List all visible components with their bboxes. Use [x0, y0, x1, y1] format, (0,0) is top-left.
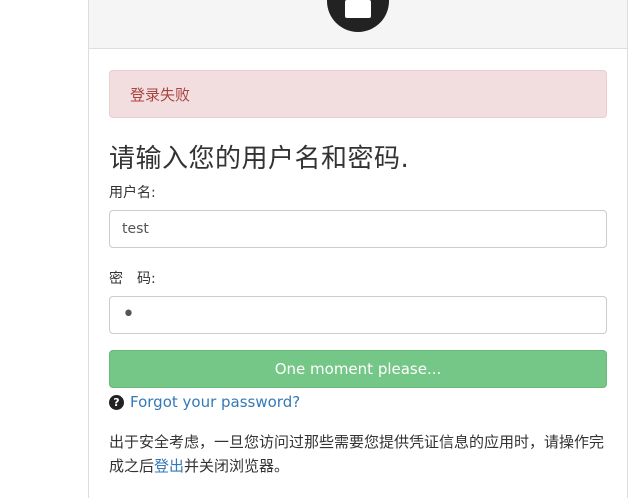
question-circle-icon: ? [109, 394, 124, 410]
password-label: 密 码: [109, 271, 156, 287]
password-input[interactable]: • [109, 296, 607, 334]
error-alert-text: 登录失败 [130, 86, 191, 104]
logout-link[interactable]: 登出 [154, 457, 184, 475]
card-header [89, 0, 627, 49]
lock-icon [327, 0, 389, 32]
username-label: 用户名: [109, 185, 156, 201]
login-button[interactable]: One moment please... [109, 350, 607, 388]
page-title: 请输入您的用户名和密码. [109, 144, 410, 174]
login-card: 登录失败 请输入您的用户名和密码. 用户名: test 密 码: • One m… [88, 0, 628, 498]
username-input[interactable]: test [109, 210, 607, 248]
forgot-password: ? Forgot your password? [109, 392, 300, 412]
error-alert: 登录失败 [109, 70, 607, 118]
security-note: 出于安全考虑，一旦您访问过那些需要您提供凭证信息的应用时，请操作完成之后登出并关… [109, 430, 609, 478]
security-note-tail: 并关闭浏览器。 [184, 457, 290, 475]
forgot-password-link[interactable]: Forgot your password? [130, 393, 300, 411]
